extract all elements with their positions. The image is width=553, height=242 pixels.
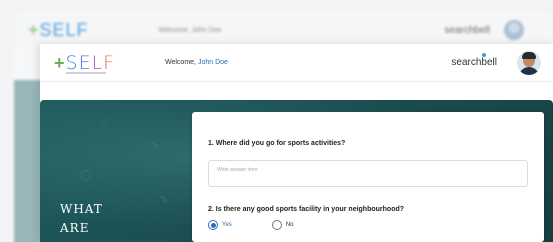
avatar-hair <box>522 52 536 59</box>
chalk-doodle: ◯ <box>80 170 92 181</box>
chalk-doodle: ∿ <box>150 140 159 151</box>
background-brand: searchbell <box>444 24 490 36</box>
background-avatar-icon <box>504 20 524 40</box>
brand-name[interactable]: searchbell <box>451 57 497 68</box>
screen: +SELF Welcome, John Doe searchbell + SEL… <box>0 0 553 242</box>
app-window: + SELF Welcome, John Doe searchbell ☆ ∿ … <box>40 44 553 242</box>
background-teal-band <box>14 80 42 242</box>
chalk-doodle: ☆ <box>100 118 109 129</box>
background-header: +SELF Welcome, John Doe searchbell <box>14 12 553 48</box>
user-avatar-icon[interactable] <box>517 51 541 75</box>
background-welcome: Welcome, John Doe <box>158 26 222 34</box>
welcome-prefix: Welcome, <box>165 59 196 66</box>
question-2-options: Yes No <box>208 220 293 230</box>
option-yes[interactable]: Yes <box>208 220 232 230</box>
answer-1-input[interactable]: Write answer here <box>208 160 528 187</box>
logo-plus-icon: + <box>54 53 65 73</box>
option-yes-label: Yes <box>222 222 232 228</box>
logo-tagline <box>66 72 106 74</box>
logo-text: SELF <box>65 51 116 74</box>
option-no-label: No <box>285 222 294 228</box>
radio-yes-icon[interactable] <box>208 220 218 230</box>
user-name: John Doe <box>197 59 228 66</box>
self-logo[interactable]: + SELF <box>54 51 116 74</box>
app-header: + SELF Welcome, John Doe searchbell <box>40 44 553 82</box>
chalk-doodle: ✎ <box>160 195 169 206</box>
radio-no-icon[interactable] <box>271 220 282 230</box>
background-logo: +SELF <box>28 19 89 40</box>
panel-heading: WHAT ARE <box>60 200 103 237</box>
question-1: 1. Where did you go for sports activitie… <box>208 140 346 147</box>
panel-heading-line2: ARE <box>60 220 90 235</box>
avatar-body <box>519 67 539 75</box>
option-no[interactable]: No <box>271 220 294 230</box>
question-card: 1. Where did you go for sports activitie… <box>192 112 544 242</box>
question-2: 2. Is there any good sports facility in … <box>208 206 405 213</box>
welcome-message: Welcome, John Doe <box>165 59 228 66</box>
panel-heading-line1: WHAT <box>60 202 103 216</box>
